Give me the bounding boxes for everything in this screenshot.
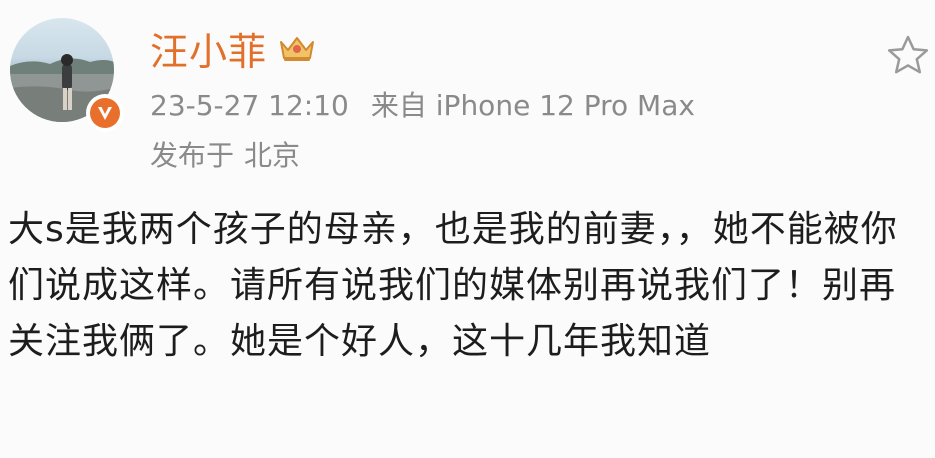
location-name: 北京 (244, 139, 301, 172)
avatar-container[interactable] (10, 18, 124, 132)
verified-badge-icon (86, 94, 124, 132)
post-content: 大s是我两个孩子的母亲，也是我的前妻，，她不能被你们说成这样。请所有说我们的媒体… (8, 209, 898, 362)
location-prefix: 发布于 (150, 139, 235, 172)
username-row: 汪小菲 (150, 22, 317, 74)
post-location: 发布于 北京 (150, 134, 300, 174)
post-source: 来自 iPhone 12 Pro Max (370, 89, 695, 122)
crown-icon[interactable] (277, 32, 317, 64)
post-timestamp: 23-5-27 12:10 (150, 89, 349, 122)
post-meta: 23-5-27 12:10 来自 iPhone 12 Pro Max (150, 84, 695, 124)
star-outline-icon[interactable] (886, 34, 930, 76)
weibo-post: 汪小菲 23-5-27 12:10 来自 iPhone 12 Pro Max 发布… (0, 0, 935, 458)
username[interactable]: 汪小菲 (150, 21, 267, 76)
